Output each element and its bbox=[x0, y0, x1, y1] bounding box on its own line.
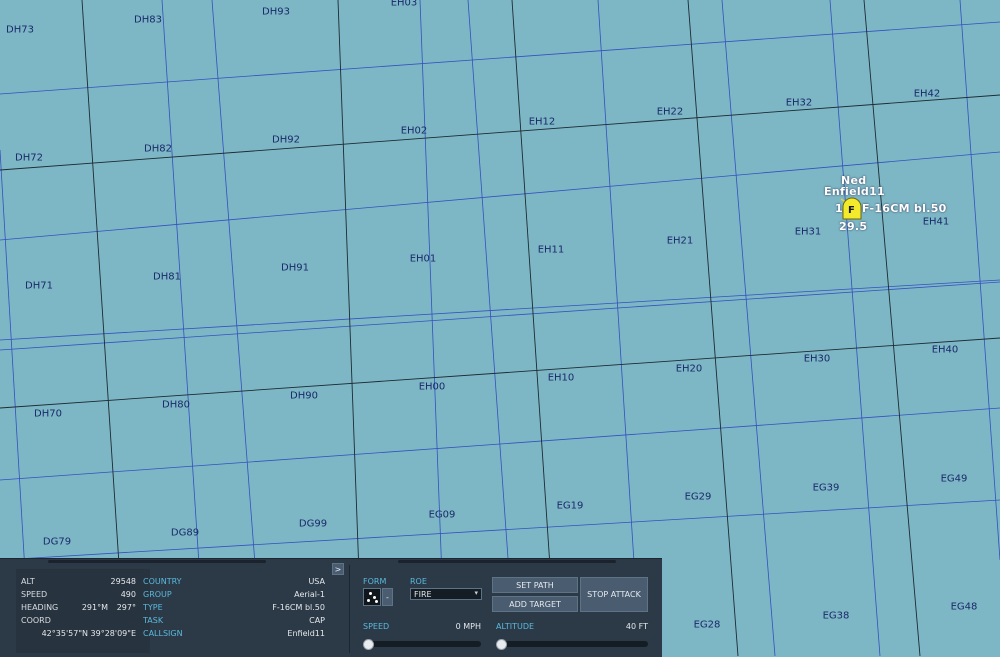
grid-label: DH83 bbox=[134, 14, 162, 26]
grid-label: EH12 bbox=[528, 116, 556, 128]
callsign-label: CALLSIGN bbox=[143, 629, 183, 638]
unit-altitude-label: 29.5 bbox=[839, 220, 868, 233]
grid-label: EH21 bbox=[666, 235, 694, 247]
roe-value: FIRE bbox=[414, 590, 432, 599]
formation-icon[interactable] bbox=[363, 588, 381, 606]
speed-slider[interactable] bbox=[363, 639, 481, 650]
grid-label: EH42 bbox=[913, 88, 941, 100]
minor-grid-line bbox=[0, 407, 1000, 481]
grid-label: EH10 bbox=[547, 372, 575, 384]
major-grid-line bbox=[0, 337, 1000, 409]
country-label: COUNTRY bbox=[143, 577, 182, 586]
grid-label: EG38 bbox=[822, 610, 850, 622]
grid-label: EH00 bbox=[418, 381, 446, 393]
stop-attack-button[interactable]: STOP ATTACK bbox=[580, 577, 648, 612]
chevron-down-icon: ▾ bbox=[474, 589, 478, 597]
grid-label: EH32 bbox=[785, 97, 813, 109]
minor-grid-line bbox=[0, 281, 1000, 351]
type-label: TYPE bbox=[143, 603, 163, 612]
set-path-button[interactable]: SET PATH bbox=[492, 577, 578, 593]
speed-slider-label: SPEED bbox=[363, 622, 390, 631]
grid-label: DG89 bbox=[170, 527, 200, 539]
minor-grid-line bbox=[0, 21, 1000, 95]
grid-label: EG49 bbox=[940, 473, 968, 485]
grid-label: EH03 bbox=[390, 0, 418, 9]
grid-label: DG79 bbox=[42, 536, 72, 548]
unit-symbol-letter: F bbox=[848, 205, 855, 216]
panel-divider bbox=[349, 565, 350, 653]
formation-dropdown[interactable]: - bbox=[382, 588, 393, 606]
speed-label: SPEED bbox=[21, 590, 48, 599]
altitude-slider-value: 40 FT bbox=[625, 622, 648, 631]
group-label: GROUP bbox=[143, 590, 172, 599]
major-grid-line bbox=[0, 94, 1000, 171]
grid-label: EG09 bbox=[428, 509, 456, 521]
country-value: USA bbox=[308, 577, 325, 586]
heading-label: HEADING bbox=[21, 603, 59, 612]
speed-slider-handle[interactable] bbox=[363, 639, 374, 650]
grid-label: DH80 bbox=[162, 399, 190, 411]
grid-label: DH82 bbox=[144, 143, 172, 155]
grid-label: EH40 bbox=[931, 344, 959, 356]
grid-label: EG29 bbox=[684, 491, 712, 503]
grid-label: DH81 bbox=[153, 271, 181, 283]
alt-value: 29548 bbox=[110, 577, 136, 586]
alt-label: ALT bbox=[21, 577, 35, 586]
grid-label: EG48 bbox=[950, 601, 978, 613]
major-grid-line bbox=[687, 0, 739, 656]
heading-true: 297° bbox=[116, 603, 136, 612]
grid-label: EH22 bbox=[656, 106, 684, 118]
grid-label: DH92 bbox=[272, 134, 300, 146]
type-value: F-16CM bl.50 bbox=[272, 603, 325, 612]
grid-label: DH90 bbox=[290, 390, 318, 402]
unit-controls-section: FORM - ROE FIRE ▾ SET PATH ADD TARGET ST… bbox=[355, 559, 655, 657]
grid-label: EG39 bbox=[812, 482, 840, 494]
grid-label: DH70 bbox=[34, 408, 62, 420]
speed-value: 490 bbox=[120, 590, 136, 599]
roe-select[interactable]: FIRE ▾ bbox=[410, 588, 482, 600]
unit-info-panel: ALT 29548 SPEED 490 HEADING 291°M 297° C… bbox=[0, 558, 662, 657]
callsign-value: Enfield11 bbox=[287, 629, 325, 638]
minor-grid-line bbox=[721, 0, 776, 656]
altitude-slider[interactable] bbox=[496, 639, 648, 650]
grid-label: DH71 bbox=[25, 280, 53, 292]
altitude-slider-handle[interactable] bbox=[496, 639, 507, 650]
task-value: CAP bbox=[309, 616, 325, 625]
group-value: Aerial-1 bbox=[294, 590, 325, 599]
grid-label: EH02 bbox=[400, 125, 428, 137]
add-target-button[interactable]: ADD TARGET bbox=[492, 596, 578, 612]
expand-panel-button[interactable]: > bbox=[332, 563, 344, 575]
form-label: FORM bbox=[363, 577, 387, 586]
grid-label: DH72 bbox=[15, 152, 43, 164]
task-label: TASK bbox=[143, 616, 164, 625]
coord-value: 42°35'57"N 39°28'09"E bbox=[41, 629, 136, 638]
grid-label: EH30 bbox=[803, 353, 831, 365]
aircraft-unit[interactable]: Ned Enfield11 1 F F-16CM bl.50 29.5 bbox=[822, 172, 952, 234]
grid-label: EH20 bbox=[675, 363, 703, 375]
minor-grid-line bbox=[0, 279, 1000, 341]
grid-label: DH91 bbox=[281, 262, 309, 274]
altitude-slider-label: ALTITUDE bbox=[496, 622, 535, 631]
grid-label: DG99 bbox=[298, 518, 328, 530]
roe-label: ROE bbox=[410, 577, 427, 586]
grid-label: DH73 bbox=[6, 24, 34, 36]
heading-magnetic: 291°M bbox=[81, 603, 108, 612]
speed-slider-value: 0 MPH bbox=[455, 622, 481, 631]
grid-label: EH31 bbox=[794, 226, 822, 238]
grid-label: DH93 bbox=[262, 6, 290, 18]
grid-label: EG28 bbox=[693, 619, 721, 631]
coord-label: COORD bbox=[21, 616, 51, 625]
minor-grid-line bbox=[0, 499, 1000, 561]
unit-stats-section: ALT 29548 SPEED 490 HEADING 291°M 297° C… bbox=[14, 559, 344, 657]
grid-label: EG19 bbox=[556, 500, 584, 512]
grid-label: EH11 bbox=[537, 244, 565, 256]
unit-aircraft-type: F-16CM bl.50 bbox=[862, 202, 947, 215]
grid-label: EH01 bbox=[409, 253, 437, 265]
